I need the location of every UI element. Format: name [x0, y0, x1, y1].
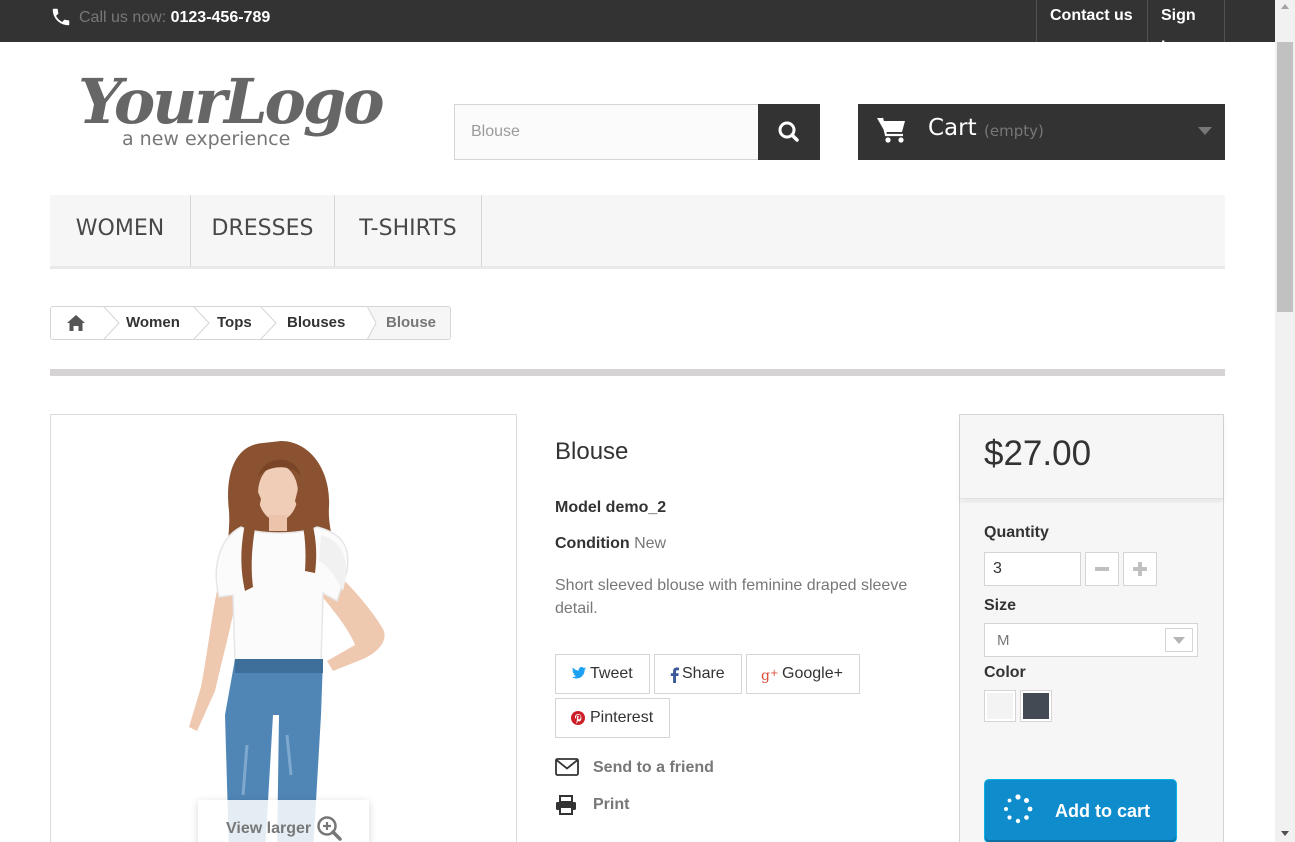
section-divider	[50, 369, 1225, 376]
tweet-label: Tweet	[590, 665, 633, 682]
phone-icon	[52, 8, 70, 26]
scroll-up-arrow-icon[interactable]	[1281, 4, 1289, 9]
size-select-value: M	[997, 632, 1010, 649]
call-us-text: Call us now: 0123-456-789	[79, 9, 270, 27]
pinterest-button[interactable]: Pinterest	[555, 698, 670, 738]
facebook-icon	[670, 667, 679, 683]
google-plus-icon: g +	[761, 668, 778, 683]
phone-number: 0123-456-789	[170, 9, 271, 26]
condition-label: Condition	[555, 535, 630, 552]
product-condition: Condition New	[555, 535, 666, 553]
breadcrumb-separator-icon	[358, 307, 377, 339]
loading-spinner-icon	[1004, 794, 1033, 824]
svg-text:+: +	[770, 668, 778, 679]
quantity-increase-button[interactable]	[1123, 552, 1157, 586]
product-model: Model demo_2	[555, 499, 666, 517]
price-row: $27.00	[960, 415, 1223, 499]
color-swatch-white[interactable]	[984, 690, 1016, 722]
menu-item-dresses[interactable]: DRESSES	[191, 195, 335, 266]
svg-text:g: g	[761, 668, 770, 683]
cart-label: Cart	[928, 115, 977, 141]
top-bar: Call us now: 0123-456-789 Contact us Sig…	[0, 0, 1275, 56]
quantity-decrease-button[interactable]	[1085, 552, 1119, 586]
logo-tagline: a new experience	[122, 128, 291, 150]
add-to-cart-label: Add to cart	[1055, 801, 1151, 821]
product-price: $27.00	[984, 434, 1092, 473]
breadcrumb-current-label: Blouse	[386, 314, 437, 331]
home-icon	[67, 315, 85, 331]
search-button[interactable]	[758, 104, 820, 160]
main-menu: WOMEN DRESSES T-SHIRTS	[50, 195, 1225, 269]
twitter-icon	[572, 667, 586, 679]
search-icon	[778, 121, 799, 142]
select-arrow	[1165, 628, 1193, 652]
zoom-in-icon	[317, 816, 342, 841]
cart-button[interactable]: Cart (empty)	[858, 104, 1225, 160]
send-to-friend-link[interactable]: Send to a friend	[555, 758, 755, 780]
quantity-input[interactable]	[984, 552, 1081, 586]
color-swatch-fill	[987, 693, 1013, 719]
view-larger-label: View larger	[226, 820, 312, 837]
size-select[interactable]: M	[984, 623, 1198, 657]
condition-value: New	[634, 535, 667, 552]
print-label: Print	[593, 796, 630, 813]
size-label: Size	[984, 597, 1017, 614]
menu-item-tshirts[interactable]: T-SHIRTS	[335, 195, 482, 266]
product-photo[interactable]	[51, 415, 516, 842]
breadcrumb-item-women[interactable]: Women	[126, 307, 180, 339]
chevron-down-icon	[1198, 127, 1212, 135]
share-label: Share	[682, 665, 725, 682]
model-value: demo_2	[605, 499, 667, 516]
send-to-friend-label: Send to a friend	[593, 759, 714, 776]
sign-in-link[interactable]: Sign in	[1147, 0, 1225, 56]
cart-status: (empty)	[984, 122, 1044, 140]
breadcrumb-separator-icon	[103, 307, 120, 339]
site-logo[interactable]: YourLogo a new experience	[78, 66, 385, 156]
pinterest-icon	[571, 711, 585, 725]
breadcrumb-item-blouses[interactable]: Blouses	[287, 307, 345, 339]
share-button[interactable]: Share	[654, 654, 742, 694]
quantity-label: Quantity	[984, 524, 1049, 541]
product-image-box[interactable]: View larger	[50, 414, 517, 842]
chevron-down-icon	[1173, 637, 1185, 644]
color-label: Color	[984, 664, 1026, 681]
model-label: Model	[555, 499, 602, 516]
breadcrumb-home[interactable]	[51, 307, 103, 339]
minus-icon	[1095, 567, 1109, 571]
add-to-cart-button[interactable]: Add to cart	[984, 779, 1177, 842]
scroll-down-arrow-icon[interactable]	[1281, 831, 1289, 836]
breadcrumb-separator-icon	[260, 307, 277, 339]
search-input[interactable]	[454, 104, 759, 160]
view-larger-button[interactable]: View larger	[198, 800, 369, 842]
scrollbar-thumb[interactable]	[1277, 42, 1293, 312]
color-swatch-fill	[1023, 693, 1049, 719]
printer-icon	[556, 795, 576, 815]
contact-us-link[interactable]: Contact us	[1036, 0, 1148, 42]
product-title: Blouse	[555, 438, 629, 465]
menu-item-women[interactable]: WOMEN	[50, 195, 191, 266]
envelope-icon	[555, 758, 579, 776]
breadcrumb-separator-icon	[193, 307, 210, 339]
buy-box: $27.00 Quantity Size M Color Add to cart	[959, 414, 1224, 842]
page-scrollbar[interactable]	[1275, 0, 1295, 842]
breadcrumb-item-tops[interactable]: Tops	[217, 307, 252, 339]
product-description: Short sleeved blouse with feminine drape…	[555, 577, 908, 617]
cart-icon	[877, 117, 905, 143]
call-label: Call us now:	[79, 9, 167, 26]
plus-icon	[1133, 562, 1147, 576]
google-plus-label: Google+	[782, 665, 843, 682]
print-link[interactable]: Print	[555, 795, 675, 817]
breadcrumb: Women Tops Blouses Blouse	[50, 306, 451, 340]
google-plus-button[interactable]: g + Google+	[746, 654, 860, 694]
color-swatch-dark[interactable]	[1020, 690, 1052, 722]
pinterest-label: Pinterest	[590, 709, 654, 726]
tweet-button[interactable]: Tweet	[555, 654, 650, 694]
